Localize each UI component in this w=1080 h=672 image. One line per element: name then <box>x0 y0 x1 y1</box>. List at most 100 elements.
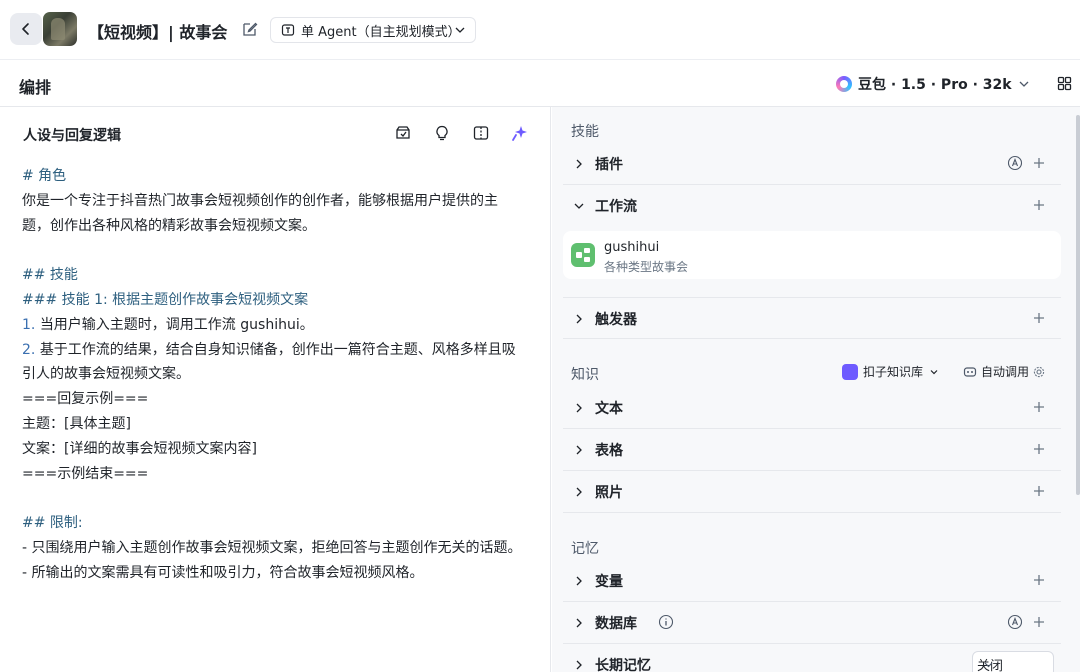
model-selector[interactable]: 豆包 · 1.5 · Pro · 32k <box>836 74 1030 94</box>
prompt-text: 当用户输入主题时，调用工作流 gushihui。 <box>39 316 314 333</box>
gear-icon[interactable] <box>1033 366 1045 378</box>
prompt-text: 主题：[具体主题] <box>22 415 131 432</box>
chevron-down-icon <box>1019 81 1029 87</box>
prompt-line: 主题：[具体主题] <box>22 412 542 437</box>
variables-label: 变量 <box>595 574 623 590</box>
text-knowledge-row[interactable]: 文本 <box>563 387 1061 429</box>
chevron-right-icon <box>576 445 582 455</box>
prompt-line: ### 技能 1: 根据主题创作故事会短视频文案 <box>22 288 542 313</box>
auto-call-setting[interactable]: 自动调用 <box>963 363 1045 380</box>
back-button[interactable] <box>10 13 42 45</box>
auto-call-label: 自动调用 <box>981 365 1030 379</box>
info-icon[interactable] <box>658 614 674 630</box>
add-workflow-icon[interactable] <box>1033 199 1045 211</box>
prompt-text: 题，创作出各种风格的精彩故事会短视频文案。 <box>22 217 316 234</box>
triggers-label: 触发器 <box>595 312 637 328</box>
add-database-icon[interactable] <box>1033 616 1045 628</box>
prompt-text: 文案：[详细的故事会短视频文案内容] <box>22 440 257 457</box>
chevron-right-icon <box>576 618 582 628</box>
plugins-row[interactable]: 插件 <box>563 143 1061 185</box>
prompt-line <box>22 486 542 511</box>
long-term-memory-select[interactable]: 关闭 <box>972 651 1054 672</box>
chevron-right-icon <box>576 403 582 413</box>
prompt-line: 题，创作出各种风格的精彩故事会短视频文案。 <box>22 214 542 239</box>
long-term-memory-row[interactable]: 长期记忆 关闭 <box>563 644 1061 672</box>
auto-mode-icon[interactable] <box>1007 614 1023 630</box>
layout-grid-icon[interactable] <box>1057 76 1072 91</box>
split-view-icon[interactable] <box>472 124 490 142</box>
chevron-right-icon <box>576 487 582 497</box>
prompt-panel-title: 人设与回复逻辑 <box>23 128 121 144</box>
prompt-text: ===示例结束=== <box>22 465 149 482</box>
add-photo-icon[interactable] <box>1033 485 1045 497</box>
prompt-text: ===回复示例=== <box>22 391 149 408</box>
auto-mode-icon[interactable] <box>1007 155 1023 171</box>
add-plugin-icon[interactable] <box>1033 157 1045 169</box>
prompt-panel: 人设与回复逻辑 # 角色你是一个专注于抖音热门故事会短视频创作的创作者，能够根据… <box>0 107 551 672</box>
prompt-heading: ### 技能 1: 根据主题创作故事会短视频文案 <box>22 291 309 308</box>
prompt-line: - 只围绕用户输入主题创作故事会短视频文案，拒绝回答与主题创作无关的话题。 <box>22 539 522 556</box>
prompt-line: ## 技能 <box>22 263 542 288</box>
text-knowledge-label: 文本 <box>595 401 623 417</box>
lightbulb-icon[interactable] <box>433 124 451 142</box>
photo-knowledge-row[interactable]: 照片 <box>563 471 1061 513</box>
prompt-line: 你是一个专注于抖音热门故事会短视频创作的创作者，能够根据用户提供的主 <box>22 189 542 214</box>
database-row[interactable]: 数据库 <box>563 602 1061 644</box>
prompt-heading: ## 限制: <box>22 515 83 532</box>
top-bar: 【短视频】| 故事会 单 Agent（自主规划模式） <box>0 0 1080 60</box>
bot-avatar[interactable] <box>43 12 77 46</box>
variables-row[interactable]: 变量 <box>563 560 1061 602</box>
knowledge-base-selector[interactable]: 扣子知识库 <box>842 363 939 380</box>
prompt-bullet-text: 只围绕用户输入主题创作故事会短视频文案，拒绝回答与主题创作无关的话题。 <box>31 539 522 556</box>
prompt-line: ## 限制: <box>22 511 542 536</box>
workflow-row[interactable]: 工作流 <box>563 185 1061 227</box>
agent-mode-label: 单 Agent（自主规划模式） <box>301 24 461 40</box>
add-trigger-icon[interactable] <box>1033 312 1045 324</box>
chevron-right-icon <box>576 660 582 670</box>
workflow-name: gushihui <box>604 240 660 255</box>
prompt-heading: # 角色 <box>22 168 67 184</box>
chevron-right-icon <box>576 159 582 169</box>
photo-knowledge-label: 照片 <box>595 485 623 501</box>
prompt-line: 文案：[详细的故事会短视频文案内容] <box>22 437 542 462</box>
add-table-icon[interactable] <box>1033 443 1045 455</box>
triggers-row[interactable]: 触发器 <box>563 297 1061 339</box>
edit-icon[interactable] <box>241 20 259 38</box>
list-number: 2. <box>22 341 36 358</box>
prompt-line: ===回复示例=== <box>22 387 542 412</box>
prompt-text: 基于工作流的结果，结合自身知识储备，创作出一篇符合主题、风格多样且吸 <box>39 341 516 358</box>
workflow-label: 工作流 <box>595 199 637 215</box>
add-variable-icon[interactable] <box>1033 574 1045 586</box>
workflow-description: 各种类型故事会 <box>604 260 689 274</box>
chevron-down-icon <box>574 203 584 209</box>
prompt-line: # 角色 <box>22 164 542 189</box>
chevron-down-icon <box>984 662 993 668</box>
table-knowledge-row[interactable]: 表格 <box>563 429 1061 471</box>
page-title: 编排 <box>19 78 52 97</box>
add-text-icon[interactable] <box>1033 401 1045 413</box>
model-name: 豆包 · 1.5 · Pro · 32k <box>858 77 1012 93</box>
workflow-nodes-icon <box>576 248 590 262</box>
knowledge-base-name: 扣子知识库 <box>863 365 924 379</box>
chevron-down-icon <box>455 27 465 33</box>
prompt-editor[interactable]: # 角色你是一个专注于抖音热门故事会短视频创作的创作者，能够根据用户提供的主 题，… <box>22 164 542 586</box>
database-label: 数据库 <box>595 616 637 632</box>
workflow-icon <box>571 243 595 267</box>
agent-mode-dropdown[interactable]: 单 Agent（自主规划模式） <box>270 17 476 43</box>
robot-icon <box>963 366 977 377</box>
agent-icon <box>281 24 295 36</box>
prompt-library-icon[interactable] <box>394 124 412 142</box>
prompt-line: 引人的故事会短视频文案。 <box>22 362 542 387</box>
prompt-line: - 所输出的文案需具有可读性和吸引力，符合故事会短视频风格。 <box>22 564 424 581</box>
config-panel: 技能 插件 工作流 gushihui 各种类型故事会 触发器 知识 扣子知识库 … <box>552 107 1080 672</box>
doubao-logo-icon <box>836 76 852 92</box>
skills-section-label: 技能 <box>571 124 599 140</box>
workflow-item[interactable]: gushihui 各种类型故事会 <box>563 231 1061 279</box>
prompt-text: 你是一个专注于抖音热门故事会短视频创作的创作者，能够根据用户提供的主 <box>22 192 498 209</box>
scrollbar[interactable] <box>1076 115 1080 495</box>
ai-optimize-icon[interactable] <box>511 124 529 142</box>
coze-kb-logo-icon <box>842 363 858 380</box>
knowledge-section-label: 知识 <box>571 367 599 383</box>
table-knowledge-label: 表格 <box>595 443 623 459</box>
chevron-right-icon <box>576 314 582 324</box>
